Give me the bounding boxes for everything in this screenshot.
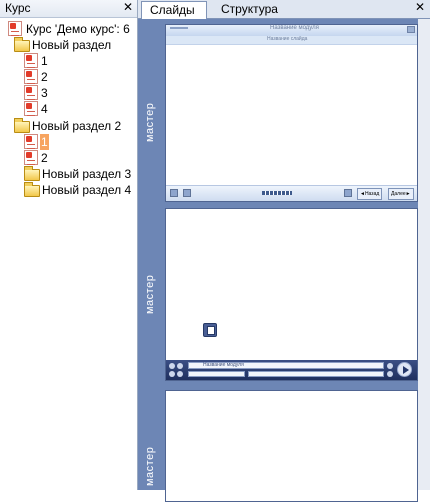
slide-doc-icon xyxy=(24,85,38,100)
logo-placeholder xyxy=(170,27,188,29)
folder-icon xyxy=(14,118,30,133)
close-icon[interactable]: ✕ xyxy=(123,0,133,14)
control-icon xyxy=(387,371,393,377)
slide-doc-icon xyxy=(24,53,38,68)
tab-bar: Слайды Структура ✕ xyxy=(138,0,430,19)
control-icon xyxy=(177,363,183,369)
course-panel-header: Курс ✕ xyxy=(0,0,137,18)
prev-button: ◄Назад xyxy=(357,188,383,200)
master-label: мастер xyxy=(144,102,156,142)
tab-structure[interactable]: Структура xyxy=(213,1,286,18)
slide-title: Название слайда xyxy=(267,36,308,42)
tab-slides[interactable]: Слайды xyxy=(141,1,207,19)
slide-2-side-label: мастер xyxy=(138,208,164,384)
tree-item-label: Новый раздел 4 xyxy=(42,183,132,197)
slides-panel: Слайды Структура ✕ мастер Название модул… xyxy=(138,0,430,502)
slide-subheader: Название слайда xyxy=(166,36,417,45)
control-icon xyxy=(169,363,175,369)
slide-header-bar: Название модуля xyxy=(166,25,417,36)
control-icon xyxy=(169,371,175,377)
slide-thumbnail-2[interactable]: Название модуля xyxy=(165,208,418,381)
player-bar: Название модуля xyxy=(166,360,417,380)
tree-item-label: Новый раздел 2 xyxy=(32,119,122,133)
slide-doc-icon xyxy=(24,134,38,149)
slide-thumbnail-3[interactable] xyxy=(165,390,418,502)
course-panel-title: Курс xyxy=(5,1,31,15)
course-doc-icon xyxy=(8,21,22,36)
folder-icon xyxy=(24,166,40,181)
master-label: мастер xyxy=(144,446,156,486)
tree-item-label: 3 xyxy=(41,86,48,100)
progress-indicator xyxy=(262,191,292,195)
control-icon xyxy=(177,371,183,377)
help-icon xyxy=(344,189,352,197)
slide-doc-icon xyxy=(24,101,38,116)
floppy-shape xyxy=(207,326,215,335)
tree-item-label: Новый раздел 3 xyxy=(42,167,132,181)
home-icon xyxy=(170,189,178,197)
tree-item-label: 2 xyxy=(41,70,48,84)
slide-thumbnail-1[interactable]: Название модуля Название слайда ◄Назад Д… xyxy=(165,24,418,202)
slide-counter-field xyxy=(188,371,245,377)
save-icon xyxy=(203,323,217,337)
close-icon[interactable]: ✕ xyxy=(415,0,425,14)
menu-icon xyxy=(407,26,415,33)
folder-icon xyxy=(14,37,30,52)
slide-1-side-label: мастер xyxy=(138,24,164,202)
print-icon xyxy=(183,189,191,197)
slide-3-side-label: мастер xyxy=(138,390,164,490)
vertical-scrollbar[interactable] xyxy=(418,19,430,490)
module-name-field: Название модуля xyxy=(188,362,384,369)
module-title: Название модуля xyxy=(270,25,319,31)
folder-icon xyxy=(24,182,40,197)
tree-item-label: 4 xyxy=(41,102,48,116)
tree-item-label: 1 xyxy=(41,54,48,68)
next-button: Далее► xyxy=(388,188,414,200)
slide-doc-icon xyxy=(24,150,38,165)
play-icon xyxy=(397,362,412,377)
slide-doc-icon xyxy=(24,69,38,84)
tree-item-label: Новый раздел xyxy=(32,38,112,52)
course-panel: Курс ✕ Курс 'Демо курс': 6 Новый раздел … xyxy=(0,0,138,490)
slide-footer-bar: ◄Назад Далее► xyxy=(166,185,417,201)
control-icon xyxy=(387,363,393,369)
tree-item-label: 2 xyxy=(41,151,48,165)
progress-field xyxy=(248,371,384,377)
tree-item-label: 1 xyxy=(40,134,49,150)
master-label: мастер xyxy=(144,274,156,314)
tree-item-label: Курс 'Демо курс': 6 xyxy=(26,22,130,36)
